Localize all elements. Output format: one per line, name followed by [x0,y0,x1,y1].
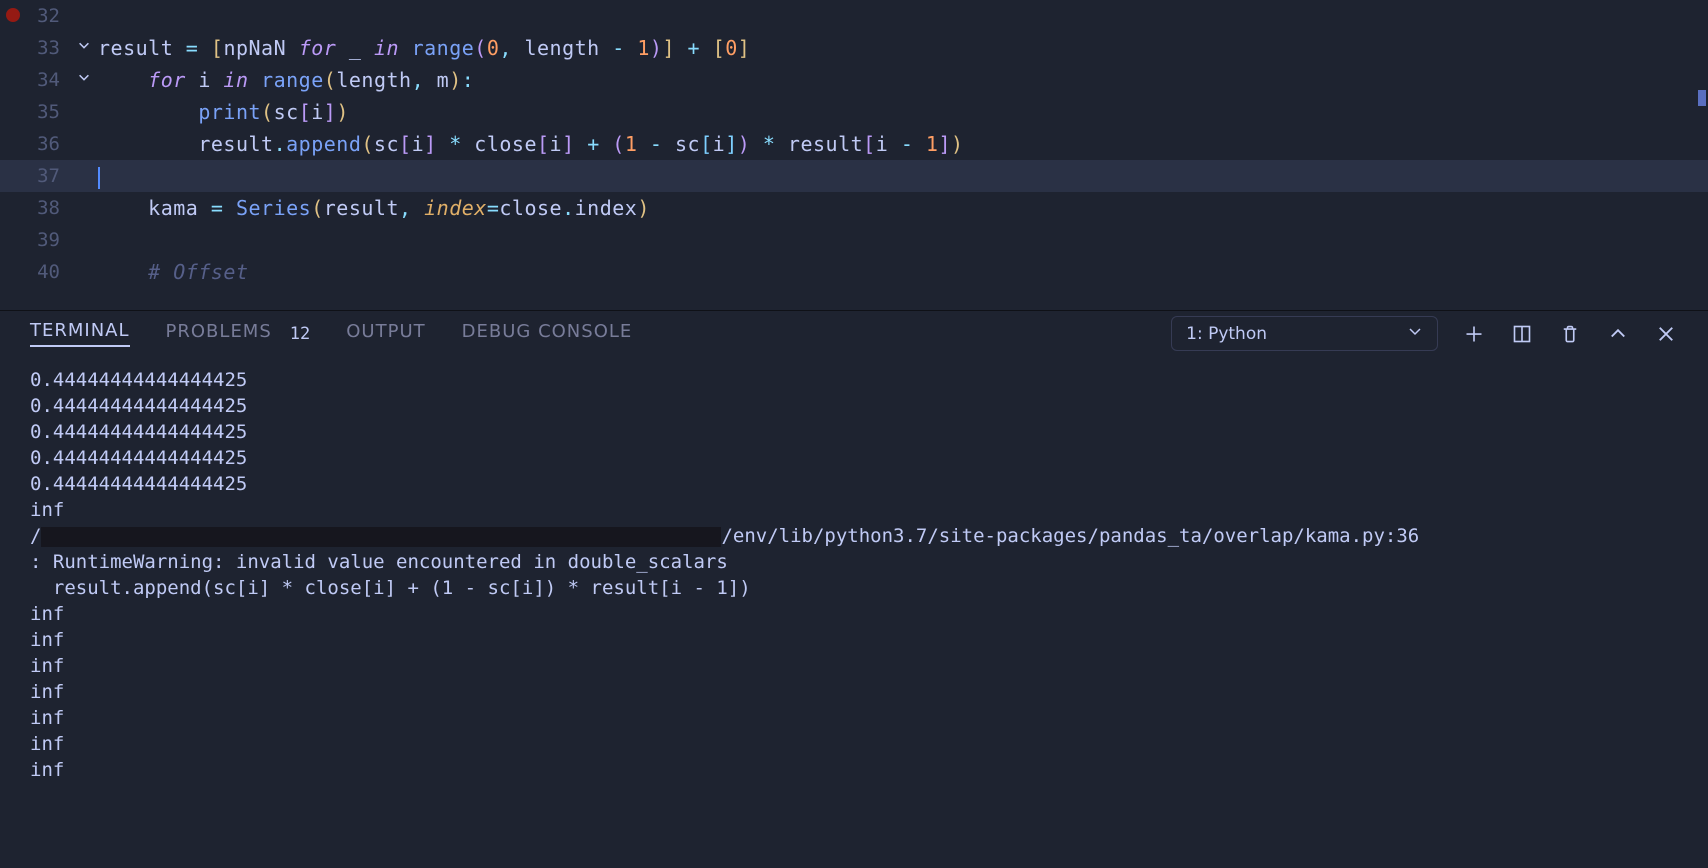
code-line[interactable]: 38 kama = Series(result, index=close.ind… [0,192,1708,224]
problems-badge: 12 [290,324,310,344]
line-number: 38 [0,192,70,224]
code-line[interactable]: 40 # Offset [0,256,1708,288]
code-content: result = [npNaN for _ in range(0, length… [98,32,750,64]
code-line[interactable]: 32 [0,0,1708,32]
code-line[interactable]: 39 [0,224,1708,256]
terminal-line: inf [30,705,1678,731]
new-terminal-icon[interactable] [1462,322,1486,346]
terminal-line: inf [30,601,1678,627]
tab-output[interactable]: OUTPUT [346,321,425,346]
code-line[interactable]: 34 for i in range(length, m): [0,64,1708,96]
line-number: 40 [0,256,70,288]
terminal-line: inf [30,627,1678,653]
chevron-up-icon[interactable] [1606,322,1630,346]
code-content: result.append(sc[i] * close[i] + (1 - sc… [98,128,964,160]
line-number: 36 [0,128,70,160]
terminal-selector-label: 1: Python [1186,324,1267,344]
terminal-line: inf [30,653,1678,679]
terminal-line: 0.44444444444444425 [30,367,1678,393]
fold-chevron-icon[interactable] [70,32,98,64]
line-number: 34 [0,64,70,96]
split-terminal-icon[interactable] [1510,322,1534,346]
terminal-line: 0.44444444444444425 [30,471,1678,497]
tab-terminal[interactable]: TERMINAL [30,320,130,347]
terminal-output[interactable]: 0.444444444444444250.444444444444444250.… [0,357,1708,793]
redacted-path [41,527,721,547]
line-number: 35 [0,96,70,128]
path-suffix: /env/lib/python3.7/site-packages/pandas_… [721,525,1419,547]
terminal-line: 0.44444444444444425 [30,393,1678,419]
terminal-line: result.append(sc[i] * close[i] + (1 - sc… [30,575,1678,601]
terminal-line: inf [30,731,1678,757]
terminal-line: inf [30,497,1678,523]
terminal-line: 0.44444444444444425 [30,419,1678,445]
code-content: for i in range(length, m): [98,64,474,96]
code-content: kama = Series(result, index=close.index) [98,192,650,224]
code-line[interactable]: 33 result = [npNaN for _ in range(0, leng… [0,32,1708,64]
terminal-line: inf [30,679,1678,705]
scroll-indicator [1698,90,1706,106]
code-line[interactable]: 37 [0,160,1708,192]
code-content [98,160,100,192]
cursor [98,167,100,189]
close-icon[interactable] [1654,322,1678,346]
line-number: 33 [0,32,70,64]
terminal-line: 0.44444444444444425 [30,445,1678,471]
panel-actions: 1: Python [1171,316,1678,351]
line-number: 39 [0,224,70,256]
terminal-line: //env/lib/python3.7/site-packages/pandas… [30,523,1678,549]
code-content: # Offset [98,256,249,288]
line-number: 37 [0,160,70,192]
terminal-line: inf [30,757,1678,783]
chevron-down-icon [1407,323,1423,344]
terminal-line: : RuntimeWarning: invalid value encounte… [30,549,1678,575]
terminal-selector[interactable]: 1: Python [1171,316,1438,351]
editor-pane[interactable]: 3233 result = [npNaN for _ in range(0, le… [0,0,1708,310]
trash-icon[interactable] [1558,322,1582,346]
code-content: print(sc[i]) [98,96,349,128]
breakpoint-indicator[interactable] [6,8,20,22]
code-line[interactable]: 36 result.append(sc[i] * close[i] + (1 -… [0,128,1708,160]
fold-chevron-icon[interactable] [70,64,98,96]
code-line[interactable]: 35 print(sc[i]) [0,96,1708,128]
panel-tabs: TERMINAL PROBLEMS 12 OUTPUT DEBUG CONSOL… [0,311,1708,357]
tab-debug-console[interactable]: DEBUG CONSOLE [462,321,633,346]
bottom-panel: TERMINAL PROBLEMS 12 OUTPUT DEBUG CONSOL… [0,311,1708,868]
tab-problems[interactable]: PROBLEMS [166,321,272,346]
